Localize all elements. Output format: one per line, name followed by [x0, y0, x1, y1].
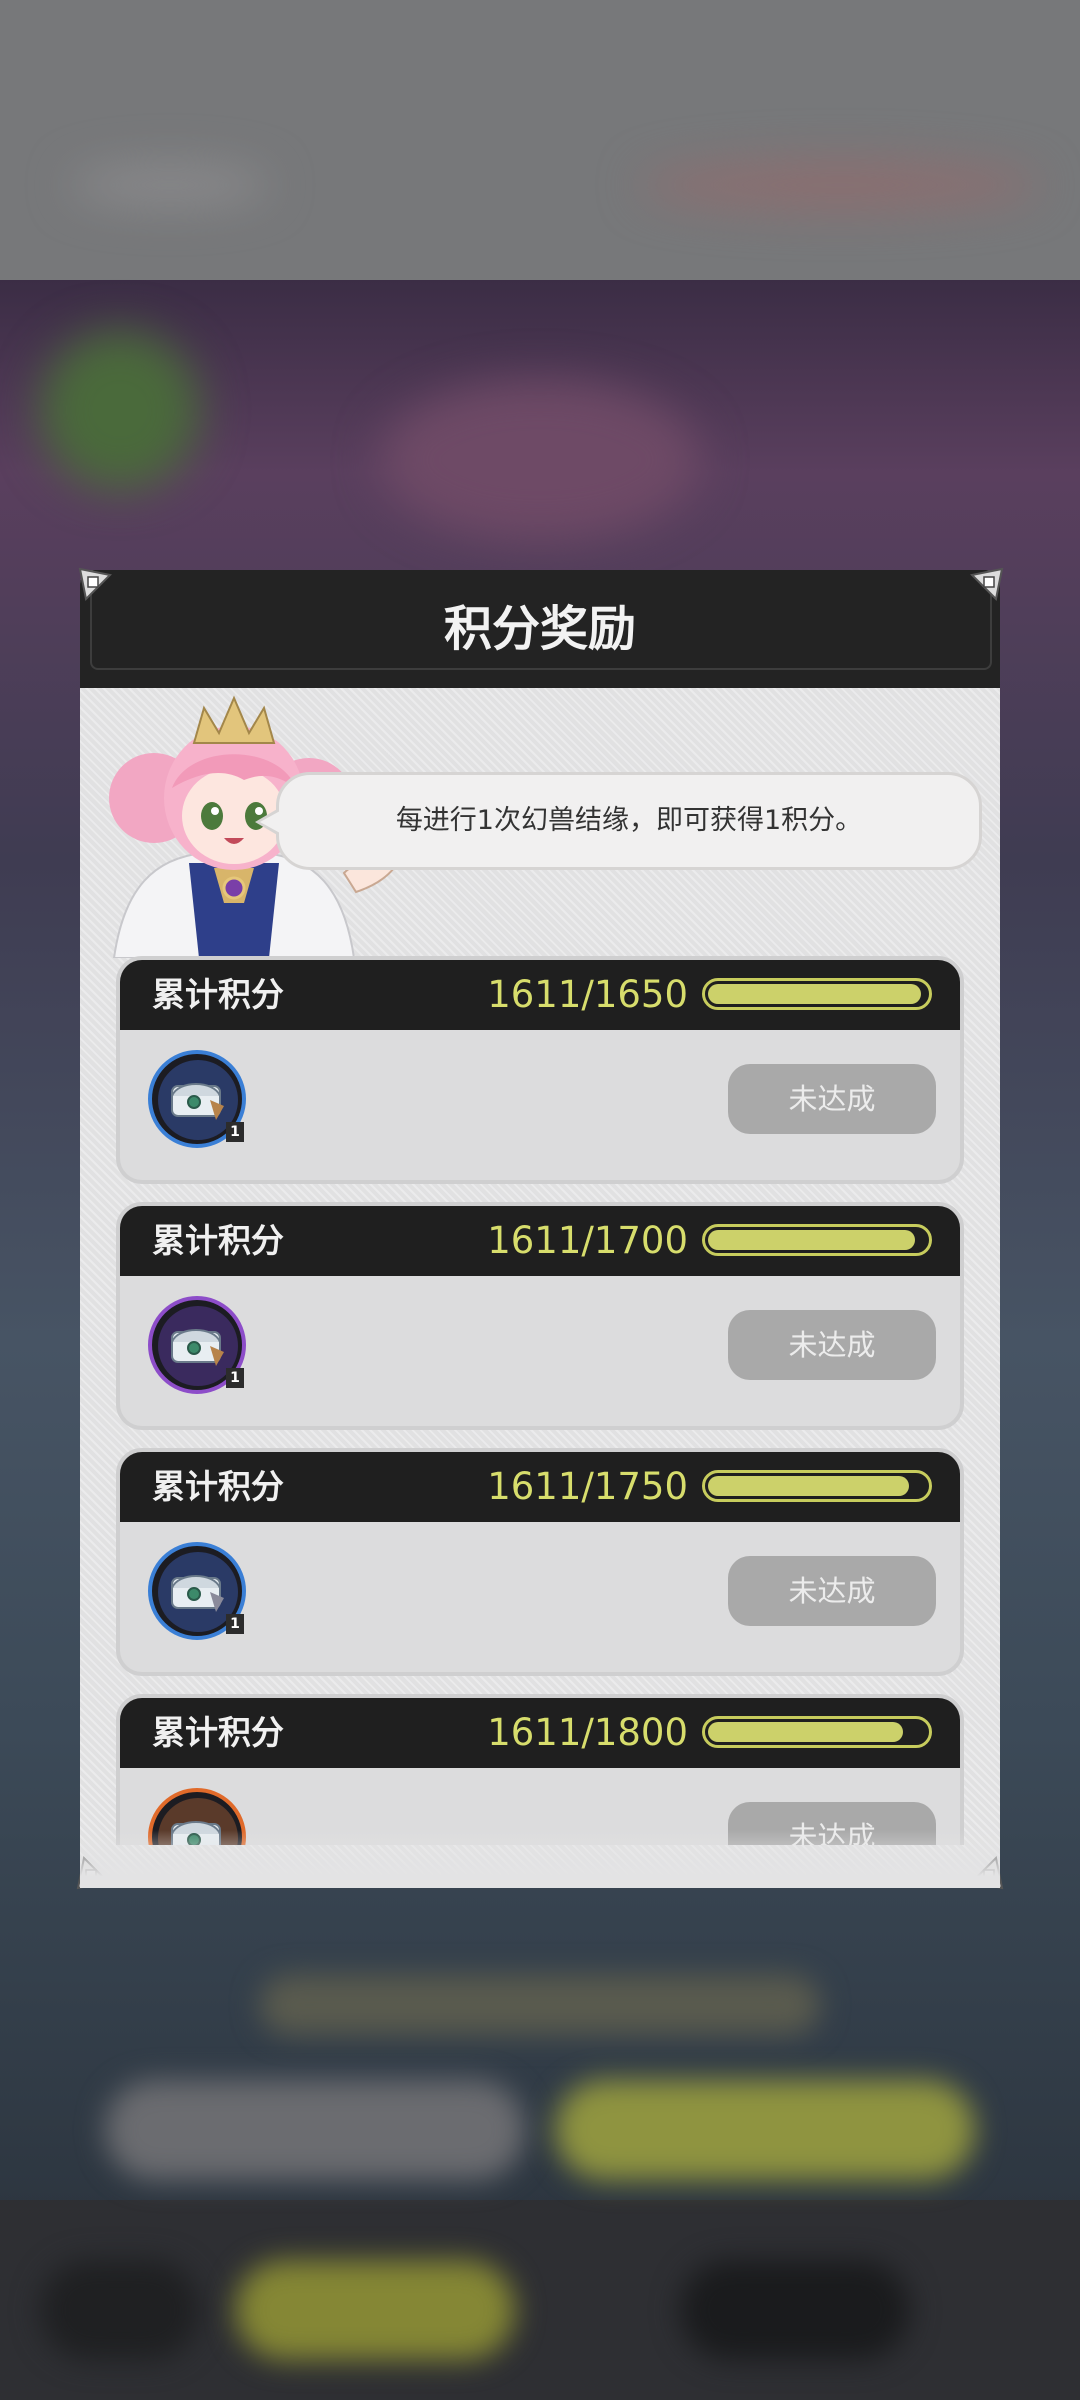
reward-card-body: 1 未达成: [120, 1030, 960, 1180]
dialog-header: 积分奖励: [80, 570, 1000, 688]
reward-list[interactable]: 累计积分 1611/1650 1 未达成 累计积分 1611/1700 1 未达…: [80, 950, 1000, 1845]
dialog-title: 积分奖励: [443, 601, 636, 657]
claim-status-button[interactable]: 未达成: [728, 1064, 936, 1134]
reward-card: 累计积分 1611/1800 1 未达成: [116, 1694, 964, 1845]
claim-status-button[interactable]: 未达成: [728, 1556, 936, 1626]
list-fade-overlay: [80, 1830, 1000, 1888]
progress-fill: [708, 984, 921, 1004]
reward-card: 累计积分 1611/1700 1 未达成: [116, 1202, 964, 1430]
points-progress-text: 1611/1800: [487, 1711, 688, 1754]
reward-quantity: 1: [226, 1368, 244, 1388]
reward-card-header: 累计积分 1611/1750: [120, 1452, 960, 1522]
points-progress-bar: [702, 978, 932, 1010]
speech-bubble: 每进行1次幻兽结缘，即可获得1积分。: [276, 772, 982, 870]
background-blur: [40, 2260, 200, 2360]
reward-card-body: 1 未达成: [120, 1522, 960, 1672]
points-progress-text: 1611/1750: [487, 1465, 688, 1508]
cumulative-points-label: 累计积分: [152, 1713, 284, 1752]
points-progress-bar: [702, 1224, 932, 1256]
corner-ornament-icon: [78, 567, 112, 601]
background-blur: [40, 330, 200, 490]
background-blur: [105, 2080, 525, 2180]
background-blur: [555, 2080, 975, 2180]
points-progress-text: 1611/1700: [487, 1219, 688, 1262]
cumulative-points-label: 累计积分: [152, 975, 284, 1014]
chest-icon[interactable]: 1: [148, 1296, 246, 1394]
points-progress-bar: [702, 1716, 932, 1748]
reward-card: 累计积分 1611/1750 1 未达成: [116, 1448, 964, 1676]
points-hint-text: 每进行1次幻兽结缘，即可获得1积分。: [395, 805, 863, 836]
cumulative-points-label: 累计积分: [152, 1221, 284, 1260]
reward-card-header: 累计积分 1611/1800: [120, 1698, 960, 1768]
reward-quantity: 1: [226, 1122, 244, 1142]
progress-fill: [708, 1476, 909, 1496]
background-blur: [70, 165, 270, 205]
background-blur: [260, 1975, 820, 2035]
corner-ornament-icon: [970, 567, 1004, 601]
background-blur: [235, 2260, 515, 2360]
cumulative-points-label: 累计积分: [152, 1467, 284, 1506]
progress-fill: [708, 1230, 915, 1250]
points-progress-text: 1611/1650: [487, 973, 688, 1016]
reward-card-header: 累计积分 1611/1650: [120, 960, 960, 1030]
background-blur: [640, 160, 1040, 210]
reward-card: 累计积分 1611/1650 1 未达成: [116, 956, 964, 1184]
background-top-bar: [0, 0, 1080, 280]
chest-icon[interactable]: 1: [148, 1542, 246, 1640]
background-blur: [380, 380, 700, 540]
points-progress-bar: [702, 1470, 932, 1502]
background-blur: [680, 2260, 910, 2360]
reward-card-header: 累计积分 1611/1700: [120, 1206, 960, 1276]
progress-fill: [708, 1722, 904, 1742]
speech-bubble-tail-inner: [260, 811, 280, 833]
reward-quantity: 1: [226, 1614, 244, 1634]
claim-status-button[interactable]: 未达成: [728, 1310, 936, 1380]
reward-card-body: 1 未达成: [120, 1276, 960, 1426]
chest-icon[interactable]: 1: [148, 1050, 246, 1148]
